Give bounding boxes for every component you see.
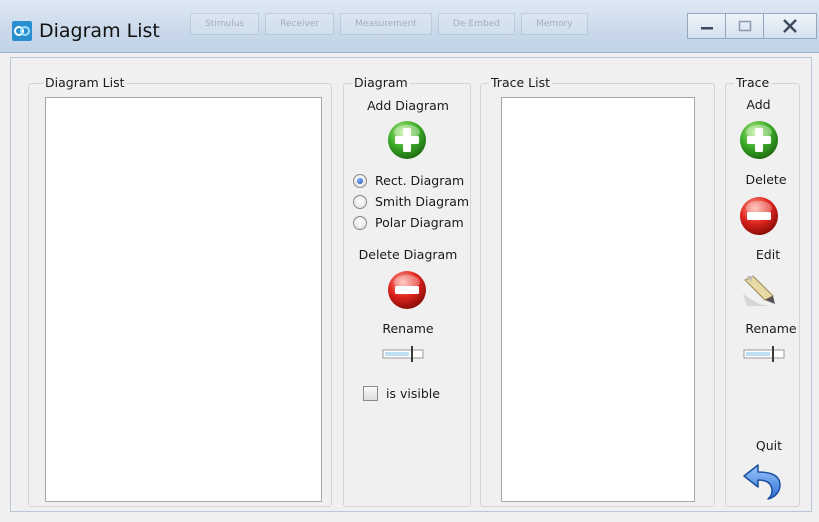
radio-button[interactable] — [353, 215, 367, 230]
radio-button[interactable] — [353, 194, 367, 209]
delete-diagram-label: Delete Diagram — [358, 247, 458, 262]
background-tab: Receiver — [265, 13, 335, 35]
radio-polar-diagram[interactable]: Polar Diagram — [353, 215, 464, 230]
rename-diagram-slider[interactable] — [382, 346, 424, 362]
diagram-group: Diagram Add Diagram Rect. Diagram Smith … — [343, 75, 471, 507]
delete-trace-button[interactable] — [739, 196, 779, 236]
diagram-list-group-title: Diagram List — [43, 75, 127, 90]
maximize-button[interactable] — [725, 13, 764, 39]
trace-group-title: Trace — [734, 75, 772, 90]
radio-smith-diagram[interactable]: Smith Diagram — [353, 194, 469, 209]
add-diagram-label: Add Diagram — [367, 98, 449, 113]
quit-label: Quit — [755, 438, 783, 453]
window-controls — [687, 13, 817, 39]
diagram-list-group: Diagram List — [28, 75, 332, 507]
quit-button[interactable] — [742, 461, 782, 501]
title-bar: Diagram List Stimulus Receiver Measureme… — [0, 0, 819, 53]
edit-trace-button[interactable] — [739, 270, 779, 310]
radio-button[interactable] — [353, 173, 367, 188]
rename-trace-slider[interactable] — [743, 346, 785, 362]
window-client-area: Diagram List Diagram Add Diagram Rect. D… — [10, 57, 812, 512]
background-tab: Stimulus — [190, 13, 260, 35]
radio-label: Smith Diagram — [375, 194, 470, 209]
checkbox[interactable] — [363, 386, 378, 401]
rename-trace-label: Rename — [745, 321, 797, 336]
add-trace-label: Add — [746, 97, 771, 112]
delete-diagram-button[interactable] — [387, 270, 427, 310]
is-visible-checkbox[interactable]: is visible — [363, 386, 440, 401]
background-tab: Measurement — [340, 13, 432, 35]
is-visible-label: is visible — [386, 386, 440, 401]
close-button[interactable] — [763, 13, 817, 39]
radio-label: Rect. Diagram — [375, 173, 465, 188]
background-tab: De-Embed — [437, 13, 515, 35]
pencil-icon — [744, 275, 774, 301]
background-tabs: Stimulus Receiver Measurement De-Embed M… — [190, 13, 588, 35]
trace-list-group-title: Trace List — [489, 75, 552, 90]
minimize-button[interactable] — [687, 13, 726, 39]
delete-trace-label: Delete — [745, 172, 787, 187]
window-title: Diagram List — [39, 20, 160, 42]
radio-rect-diagram[interactable]: Rect. Diagram — [353, 173, 464, 188]
edit-trace-label: Edit — [755, 247, 781, 262]
background-tab: Memory — [520, 13, 588, 35]
maximize-icon — [738, 20, 751, 32]
trace-list-box[interactable] — [501, 97, 695, 502]
diagram-list-box[interactable] — [45, 97, 322, 502]
add-diagram-button[interactable] — [387, 120, 427, 160]
trace-group: Trace Add Delete Edit Rename Quit — [725, 75, 800, 507]
undo-arrow-icon — [743, 464, 781, 500]
trace-list-group: Trace List — [480, 75, 715, 507]
rename-diagram-label: Rename — [382, 321, 434, 336]
add-trace-button[interactable] — [739, 120, 779, 160]
radio-label: Polar Diagram — [375, 215, 464, 230]
diagram-group-title: Diagram — [352, 75, 410, 90]
minimize-icon — [700, 27, 713, 30]
close-icon — [783, 19, 797, 33]
app-icon — [12, 21, 32, 41]
